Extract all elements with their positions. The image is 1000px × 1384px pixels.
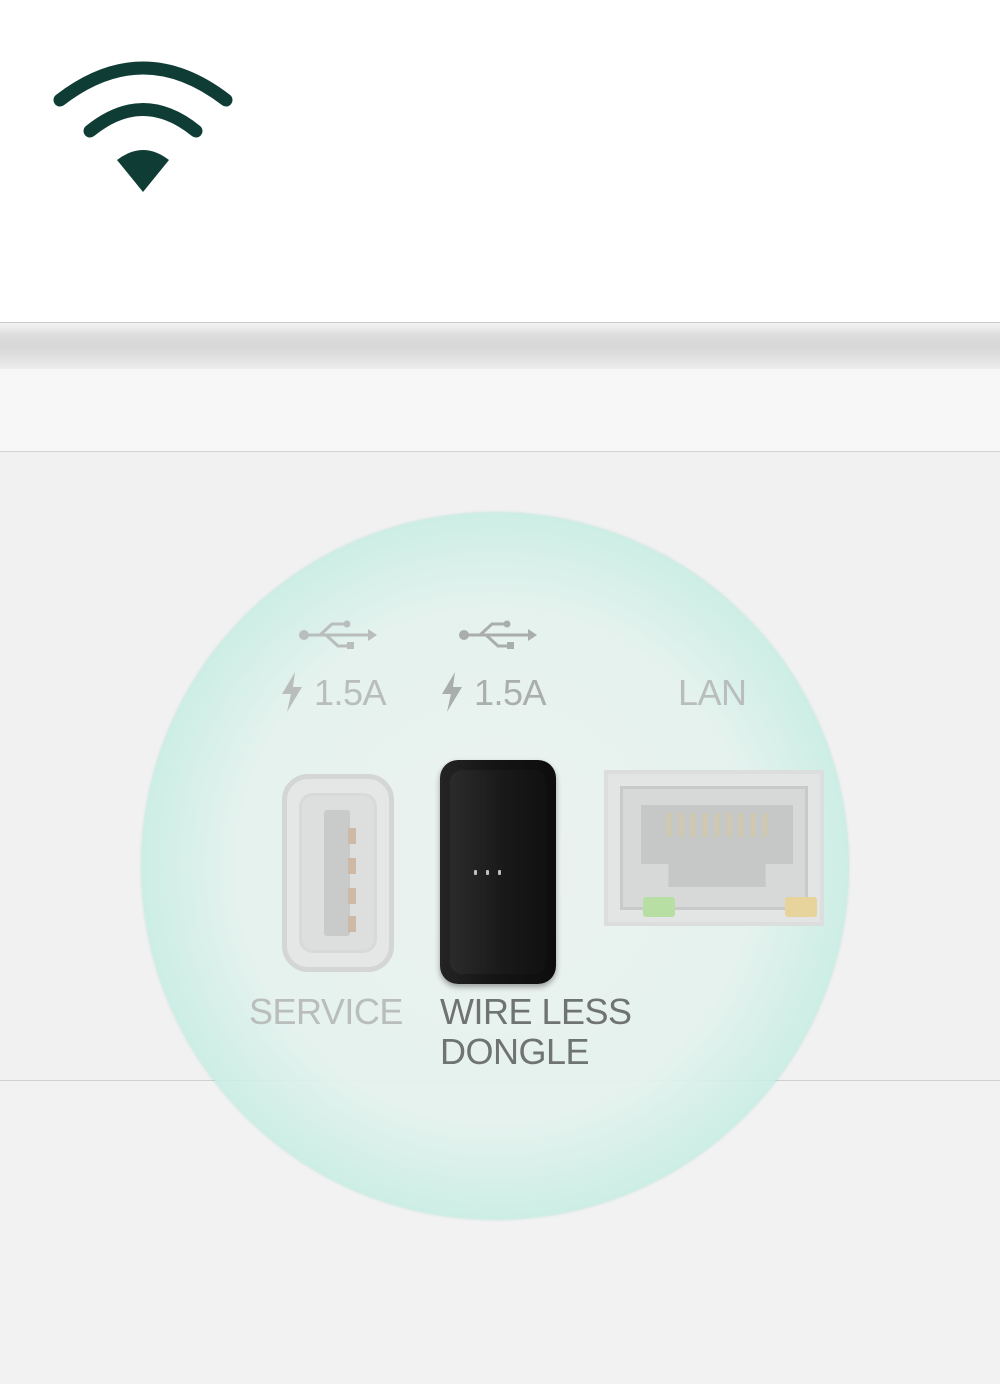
service-port-label: SERVICE <box>249 991 403 1032</box>
bolt-icon <box>282 672 302 712</box>
usb-icon <box>459 620 537 649</box>
device-top-rail <box>0 322 1000 370</box>
service-current-label: 1.5A <box>314 672 387 713</box>
usb-port-pin <box>348 828 356 844</box>
dongle-label-line1: WIRE LESS <box>440 991 632 1032</box>
product-image: 1.5A 1.5A LAN SERVICE WIRE LESS DONGLE <box>0 0 1000 1384</box>
service-usb-socket <box>299 793 377 953</box>
bolt-icon <box>442 672 462 712</box>
usb-port-pin <box>348 858 356 874</box>
wifi-icon <box>53 61 233 192</box>
usb-port-pin <box>348 916 356 932</box>
dongle-label-line2: DONGLE <box>440 1031 590 1072</box>
wireless-dongle <box>440 760 556 984</box>
lan-label: LAN <box>678 672 747 713</box>
lan-activity-led <box>785 897 817 917</box>
device-upper-panel <box>0 369 1000 452</box>
dongle-face <box>450 770 546 974</box>
lan-port-housing <box>620 786 817 917</box>
usb-port-tongue <box>324 810 356 936</box>
lan-port <box>604 770 824 926</box>
dongle-current-label: 1.5A <box>474 672 547 713</box>
lan-link-led <box>643 897 675 917</box>
service-usb-port <box>282 774 394 972</box>
lan-contacts <box>667 813 767 837</box>
dongle-indicator <box>486 870 489 875</box>
usb-port-pin <box>348 888 356 904</box>
dongle-indicator <box>498 870 501 875</box>
usb-icon <box>299 620 377 649</box>
dongle-indicator <box>474 870 477 875</box>
